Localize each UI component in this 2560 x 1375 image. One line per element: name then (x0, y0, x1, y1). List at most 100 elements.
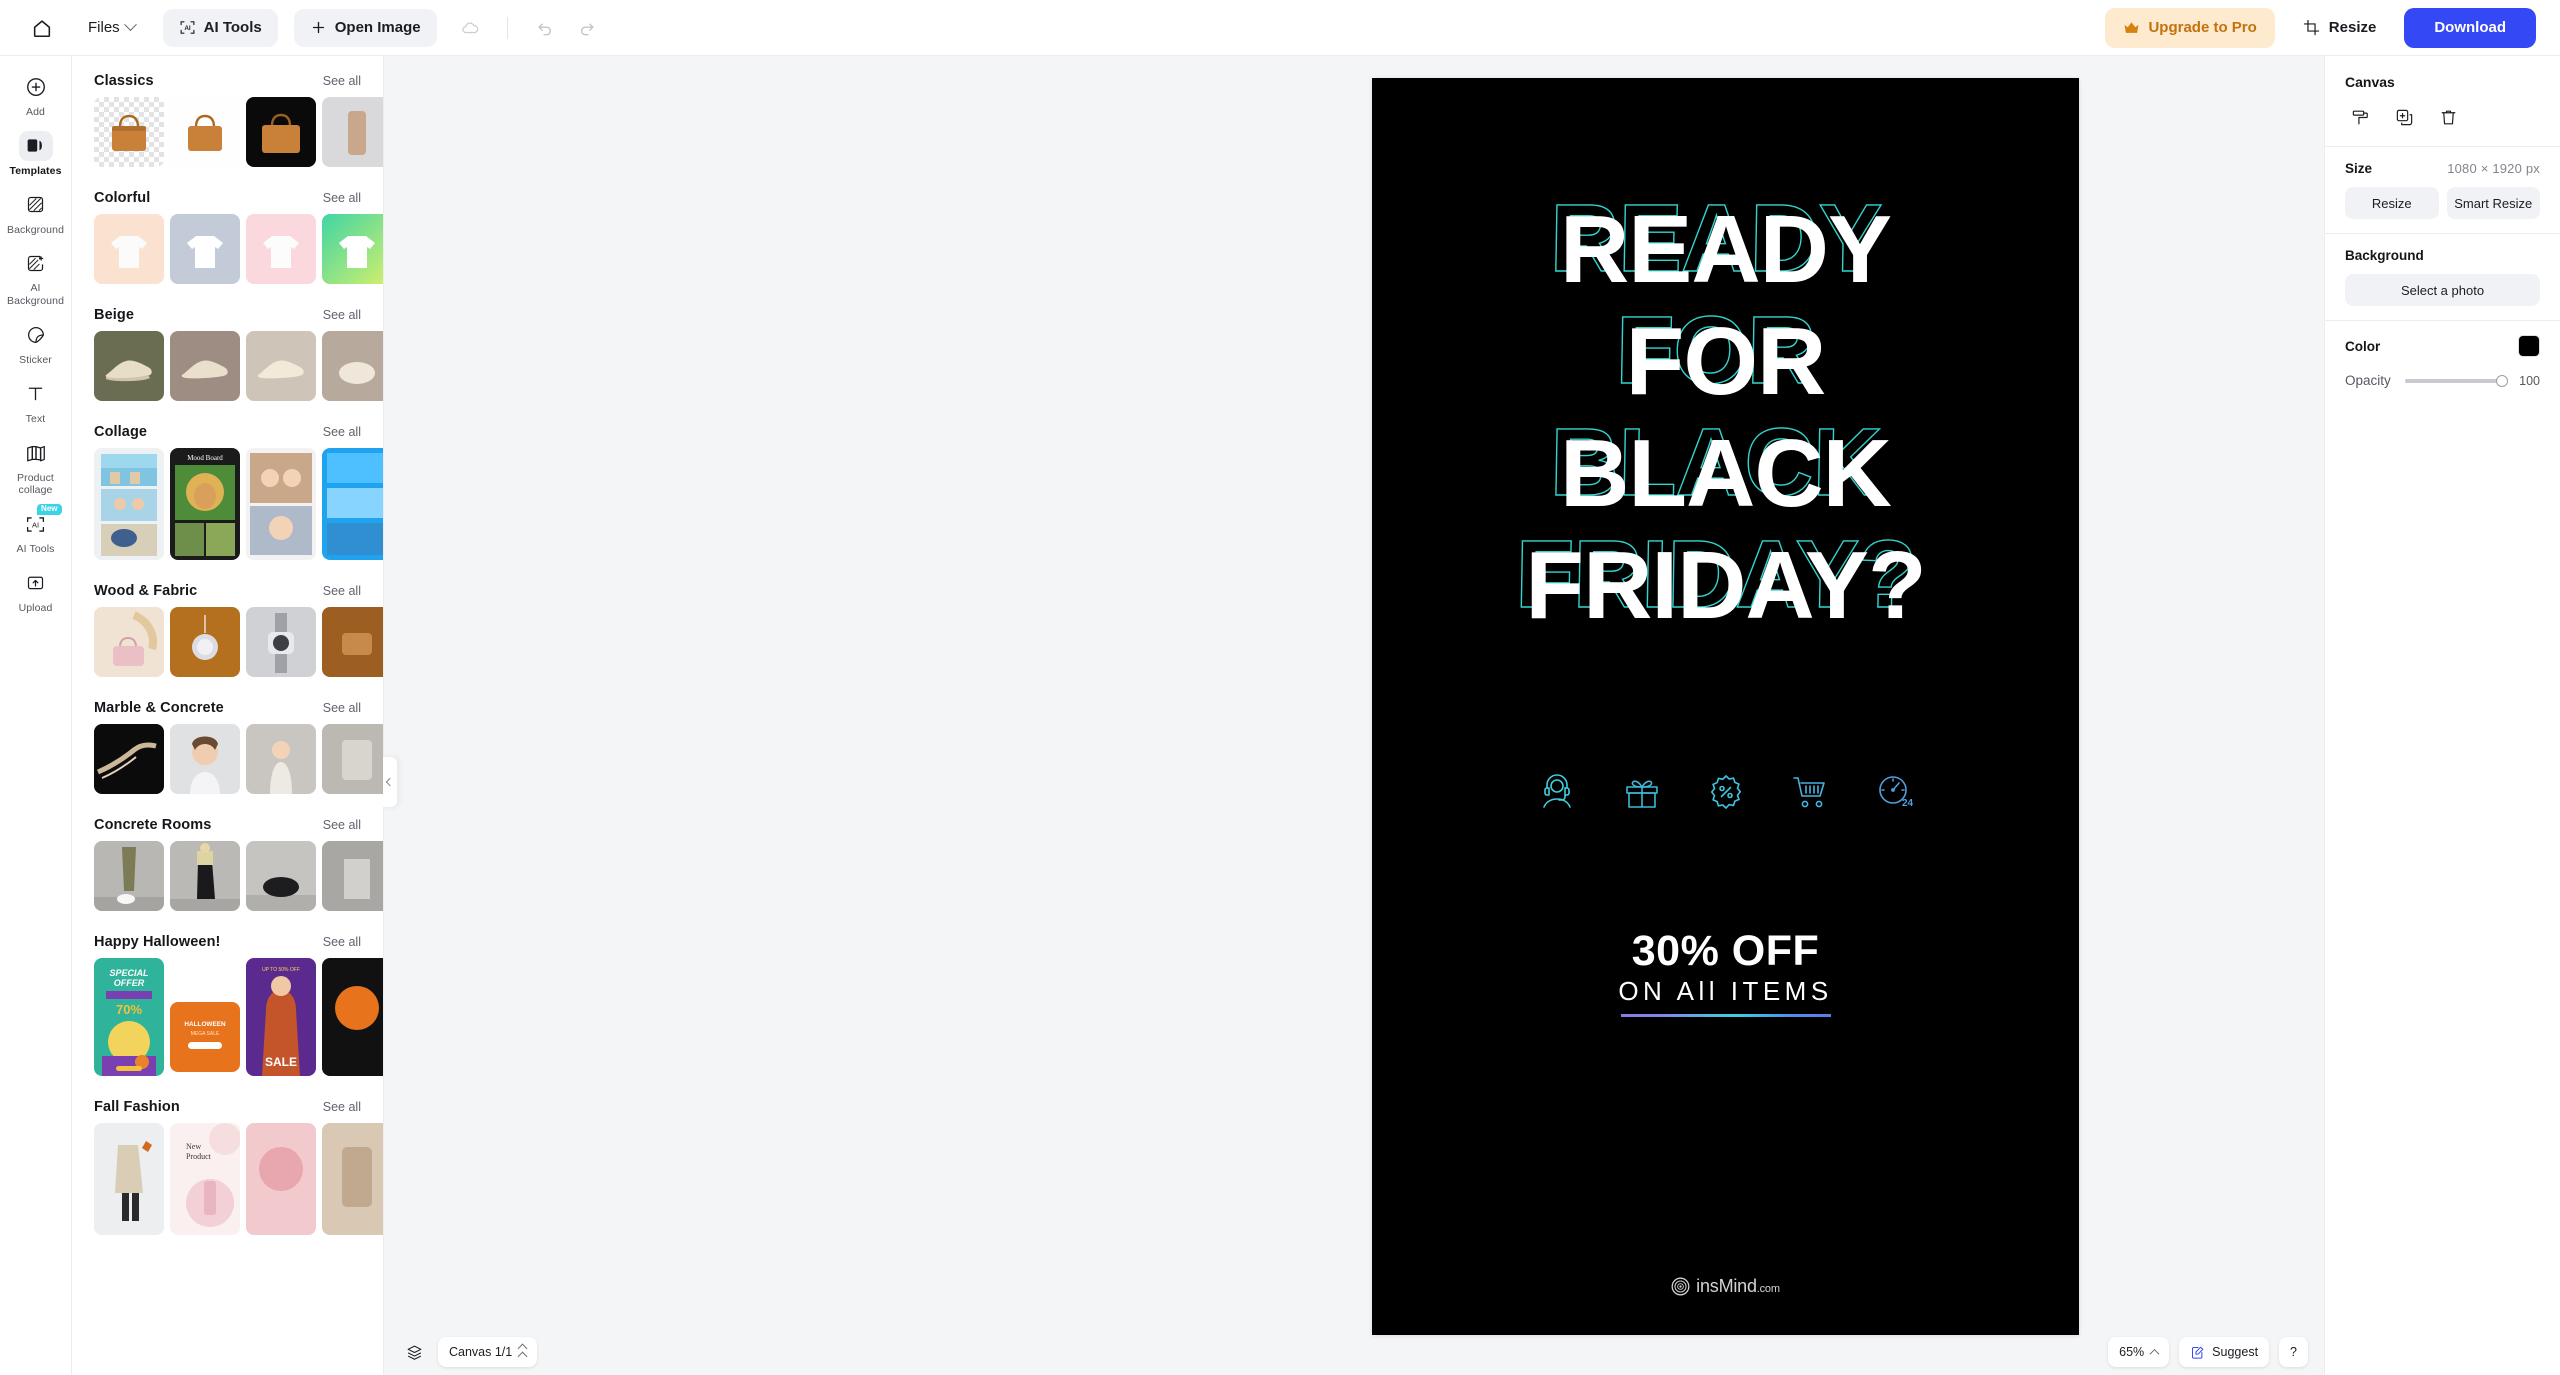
trash-icon[interactable] (2433, 102, 2463, 132)
template-card[interactable] (322, 1123, 383, 1235)
layers-icon[interactable] (400, 1338, 428, 1366)
clock-24-icon: 24 (1878, 776, 1913, 809)
opacity-slider[interactable] (2404, 374, 2508, 387)
template-card[interactable] (94, 97, 164, 167)
template-row (94, 214, 383, 284)
sidebar-item-templates[interactable]: Templates (4, 125, 68, 182)
watermark: insMind.com (1372, 1276, 2079, 1297)
files-menu-button[interactable]: Files (76, 9, 147, 47)
template-card[interactable] (94, 607, 164, 677)
template-card[interactable] (170, 331, 240, 401)
see-all-link-wood-fabric[interactable]: See all (323, 584, 361, 598)
see-all-link-beige[interactable]: See all (323, 308, 361, 322)
paint-roller-icon[interactable] (2345, 102, 2375, 132)
template-card[interactable] (246, 97, 316, 167)
templates-scroll-area[interactable]: Classics See all Colorful See all Beige … (72, 64, 383, 1375)
template-card[interactable] (246, 1123, 316, 1235)
canvas-pages-chip[interactable]: Canvas 1/1 (438, 1337, 538, 1367)
sidebar-item-background[interactable]: Background (4, 184, 68, 241)
template-card[interactable]: SPECIAL OFFER 70% (94, 958, 164, 1076)
sidebar-item-ai-tools[interactable]: AI New AI Tools (4, 503, 68, 560)
sticker-icon (19, 320, 53, 350)
see-all-link-colorful[interactable]: See all (323, 191, 361, 205)
color-swatch[interactable] (2518, 335, 2540, 357)
template-card[interactable]: New Product (170, 1123, 240, 1235)
smart-resize-button[interactable]: Smart Resize (2446, 187, 2540, 219)
select-a-photo-button[interactable]: Select a photo (2345, 274, 2540, 306)
see-all-link-classics[interactable]: See all (323, 74, 361, 88)
collapse-panel-handle[interactable] (383, 756, 398, 808)
artboard[interactable]: READY READY FOR FOR BLACK BLACK FRIDAY? … (1372, 78, 2079, 1335)
template-card[interactable] (246, 331, 316, 401)
template-card[interactable] (322, 331, 383, 401)
see-all-link-halloween[interactable]: See all (323, 935, 361, 949)
new-badge: New (37, 504, 62, 516)
template-card[interactable] (246, 724, 316, 794)
redo-icon[interactable] (568, 9, 606, 47)
template-card[interactable] (170, 841, 240, 911)
sidebar-item-text[interactable]: Text (4, 373, 68, 430)
template-card[interactable] (94, 331, 164, 401)
template-card[interactable] (170, 97, 240, 167)
sidebar-item-product-collage[interactable]: Product collage (4, 432, 68, 502)
help-button[interactable]: ? (2279, 1337, 2308, 1367)
template-card[interactable] (94, 724, 164, 794)
template-card[interactable]: HALLOWEEN MEGA SALE (170, 1002, 240, 1072)
upload-icon (19, 568, 53, 598)
see-all-link-concrete-rooms[interactable]: See all (323, 818, 361, 832)
template-card[interactable] (94, 214, 164, 284)
duplicate-icon[interactable] (2389, 102, 2419, 132)
template-group-title: Classics (94, 73, 154, 89)
headline-line-4: FRIDAY? FRIDAY? (1372, 520, 2079, 640)
template-card[interactable] (170, 724, 240, 794)
size-label: Size (2345, 161, 2373, 176)
see-all-link-collage[interactable]: See all (323, 425, 361, 439)
template-card[interactable] (322, 724, 383, 794)
open-image-button[interactable]: Open Image (293, 8, 437, 47)
download-button[interactable]: Download (2404, 7, 2536, 48)
see-all-link-fall-fashion[interactable]: See all (323, 1100, 361, 1114)
template-card[interactable] (246, 448, 316, 560)
upgrade-to-pro-button[interactable]: Upgrade to Pro (2105, 7, 2275, 48)
template-group-classics: Classics See all (94, 64, 383, 167)
offer-gradient-rule (1620, 1014, 1831, 1018)
template-group-header: Beige See all (94, 298, 383, 331)
cloud-sync-icon[interactable] (451, 9, 489, 47)
suggest-chip[interactable]: Suggest (2179, 1337, 2270, 1367)
template-row: New Product (94, 1123, 383, 1235)
sidebar-item-ai-background[interactable]: AI Background (4, 242, 68, 312)
home-icon[interactable] (22, 8, 62, 48)
canvas-stage[interactable]: READY READY FOR FOR BLACK BLACK FRIDAY? … (384, 56, 2324, 1375)
chevron-up-icon (2149, 1348, 2160, 1359)
template-card[interactable] (94, 841, 164, 911)
undo-icon[interactable] (526, 9, 564, 47)
canvas-pages-label: Canvas 1/1 (449, 1345, 513, 1359)
template-card[interactable]: Mood Board (170, 448, 240, 560)
template-card[interactable] (246, 607, 316, 677)
svg-text:OFFER: OFFER (114, 978, 145, 988)
sidebar-label-text: Text (25, 412, 46, 425)
template-card[interactable] (322, 841, 383, 911)
template-card[interactable] (322, 97, 383, 167)
template-card[interactable] (170, 607, 240, 677)
template-card[interactable]: UP TO 50% OFF SALE (246, 958, 316, 1076)
zoom-chip[interactable]: 65% (2108, 1337, 2170, 1367)
resize-button-panel[interactable]: Resize (2345, 187, 2439, 219)
template-card[interactable] (322, 958, 383, 1076)
template-card[interactable] (246, 214, 316, 284)
template-card[interactable] (322, 607, 383, 677)
template-card[interactable] (170, 214, 240, 284)
template-card[interactable] (246, 841, 316, 911)
resize-button[interactable]: Resize (2289, 8, 2391, 48)
template-card[interactable] (322, 214, 383, 284)
template-card[interactable] (94, 1123, 164, 1235)
sidebar-item-upload[interactable]: Upload (4, 562, 68, 619)
sidebar-item-sticker[interactable]: Sticker (4, 314, 68, 371)
offer-headline: 30% OFF (1631, 927, 1820, 975)
ai-tools-button[interactable]: AI AI Tools (162, 8, 278, 47)
opacity-slider-knob[interactable] (2496, 374, 2508, 387)
see-all-link-marble-concrete[interactable]: See all (323, 701, 361, 715)
template-card[interactable] (94, 448, 164, 560)
template-card[interactable] (322, 448, 383, 560)
sidebar-item-add[interactable]: Add (4, 66, 68, 123)
